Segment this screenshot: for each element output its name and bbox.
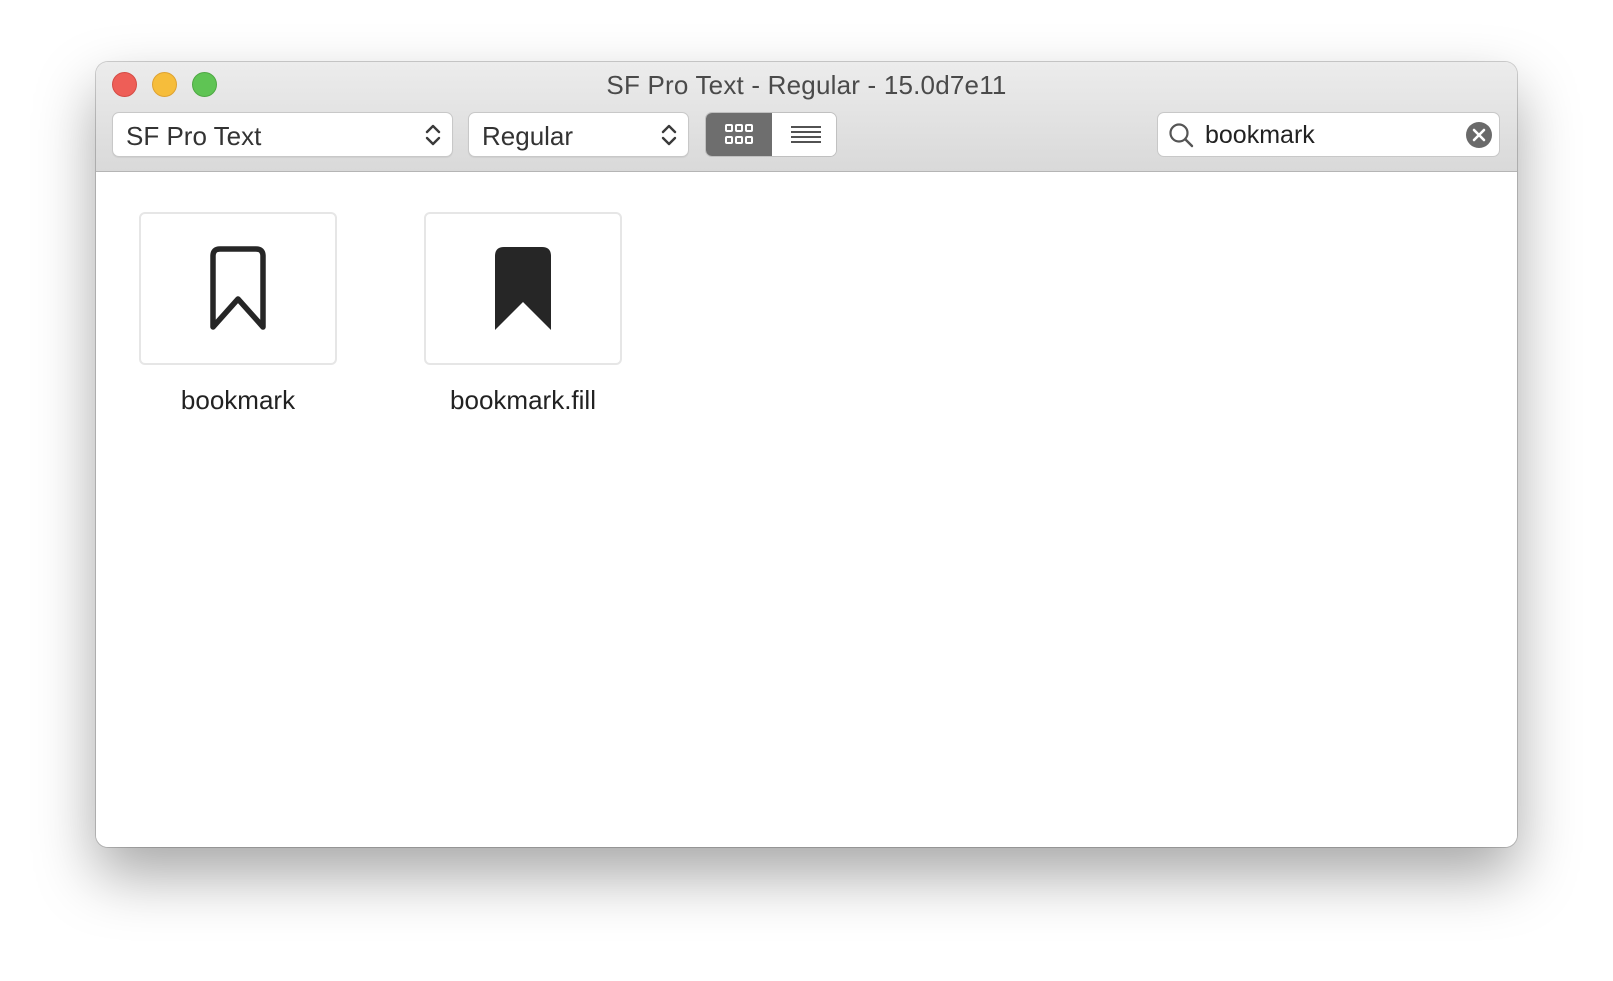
list-view-button[interactable] [772,113,836,156]
symbol-name: bookmark [180,385,296,415]
chevron-up-down-icon [425,124,441,146]
font-style-popup[interactable]: Regular [468,112,689,157]
symbol-tile[interactable] [424,212,622,365]
symbol-name: bookmark.fill [450,385,596,415]
font-family-popup[interactable]: SF Pro Text [112,112,453,157]
title-bar: SF Pro Text - Regular - 15.0d7e11 SF Pro… [96,62,1517,172]
list-icon [791,126,821,143]
symbol-item[interactable]: bookmark.fill [403,212,643,416]
view-mode-control [705,112,837,157]
bookmark-fill-icon [495,247,551,330]
font-family-value: SF Pro Text [126,121,262,151]
grid-view-button[interactable] [706,113,772,156]
clear-icon[interactable] [1465,121,1493,149]
bookmark-icon [210,246,266,330]
symbol-item[interactable]: bookmark [118,212,358,416]
symbol-tile[interactable] [139,212,337,365]
app-window: SF Pro Text - Regular - 15.0d7e11 SF Pro… [96,62,1517,847]
chevron-up-down-icon [661,124,677,146]
desktop-background: SF Pro Text - Regular - 15.0d7e11 SF Pro… [0,0,1613,981]
search-input[interactable]: bookmark [1205,121,1315,150]
window-title: SF Pro Text - Regular - 15.0d7e11 [606,70,1007,100]
search-field[interactable]: bookmark [1157,112,1500,157]
search-icon [1169,123,1194,148]
symbol-grid: bookmark bookmark.fill [96,172,1517,847]
grid-icon [725,124,753,144]
font-style-value: Regular [482,121,574,151]
